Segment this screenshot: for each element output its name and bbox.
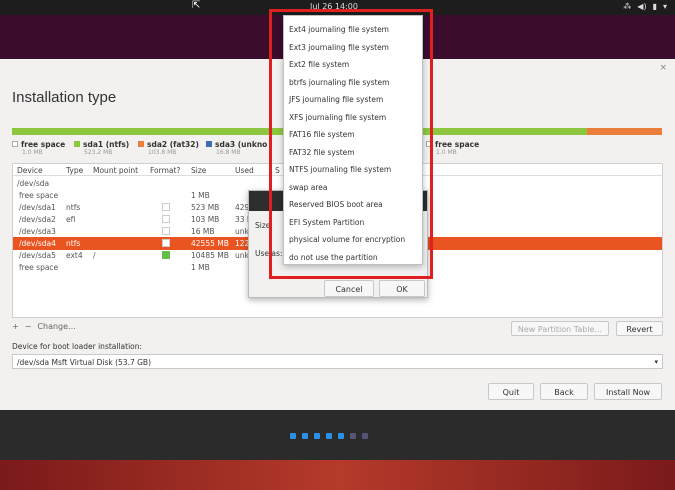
progress-dot [314, 433, 320, 439]
format-checkbox[interactable] [162, 215, 170, 223]
table-cell: 523 MB [191, 203, 220, 212]
table-cell: 16 MB [191, 227, 215, 236]
page-title: Installation type [12, 89, 117, 106]
table-cell: ext4 [66, 251, 83, 260]
column-header[interactable]: Device [17, 166, 43, 175]
table-cell: unk [235, 251, 249, 260]
legend-item: sda2 (fat32) 103.8 MB [138, 140, 199, 156]
ok-button[interactable]: OK [379, 280, 425, 297]
table-cell: ntfs [66, 203, 81, 212]
format-checkbox[interactable] [162, 227, 170, 235]
progress-dot [290, 433, 296, 439]
legend-item: sda3 (unkno 16.8 MB [206, 140, 267, 156]
legend-name: free space [21, 140, 66, 149]
progress-dot [362, 433, 368, 439]
battery-icon[interactable]: ▮ [653, 2, 657, 11]
column-header[interactable]: Format? [150, 166, 180, 175]
format-checkbox[interactable] [162, 203, 170, 211]
table-cell: /dev/sda1 [19, 203, 56, 212]
quit-button[interactable]: Quit [488, 383, 534, 400]
boot-loader-label: Device for boot loader installation: [12, 342, 143, 351]
column-header[interactable]: Size [191, 166, 206, 175]
progress-dot [350, 433, 356, 439]
column-header[interactable]: Mount point [93, 166, 138, 175]
legend-item: sda1 (ntfs) 523.2 MB [74, 140, 129, 156]
table-cell: /dev/sda2 [19, 215, 56, 224]
add-partition-button[interactable]: + [12, 322, 19, 331]
change-partition-button[interactable]: Change... [37, 322, 75, 331]
table-cell: /dev/sda3 [19, 227, 56, 236]
legend-size: 103.8 MB [148, 149, 177, 156]
network-icon[interactable]: ⁂ [623, 2, 631, 11]
table-cell: ntfs [66, 239, 81, 248]
highlight-box [269, 9, 433, 279]
table-cell: unk [235, 227, 249, 236]
close-icon[interactable]: × [659, 63, 667, 73]
table-cell: / [93, 251, 96, 260]
system-tray[interactable]: ⁂ ◀) ▮ ▾ [623, 2, 667, 11]
legend-name: sda2 (fat32) [147, 140, 199, 149]
boot-loader-value: /dev/sda Msft Virtual Disk (53.7 GB) [17, 358, 152, 367]
new-partition-table-button[interactable]: New Partition Table... [511, 321, 609, 336]
revert-button[interactable]: Revert [616, 321, 663, 336]
legend-item: free space 1.0 MB [12, 140, 65, 156]
format-checkbox[interactable] [162, 239, 170, 247]
chevron-down-icon[interactable]: ▾ [663, 2, 667, 11]
legend-size: 1.0 MB [22, 149, 43, 156]
progress-dots [290, 433, 368, 439]
legend-swatch [206, 141, 212, 147]
progress-dot [326, 433, 332, 439]
slideshow-area [0, 410, 675, 490]
progress-dot [338, 433, 344, 439]
chevron-down-icon: ▾ [654, 358, 658, 366]
legend-size: 523.2 MB [84, 149, 113, 156]
progress-dot [302, 433, 308, 439]
column-header[interactable]: Used [235, 166, 254, 175]
install-now-button[interactable]: Install Now [594, 383, 662, 400]
table-cell: 10485 MB [191, 251, 229, 260]
table-cell: /dev/sda5 [19, 251, 56, 260]
cancel-button[interactable]: Cancel [324, 280, 374, 297]
legend-item: free space 1.0 MB [426, 140, 479, 156]
back-button[interactable]: Back [540, 383, 588, 400]
desktop-background [0, 460, 675, 490]
table-cell: free space [19, 263, 59, 272]
format-checkbox[interactable] [162, 251, 170, 259]
table-cell: efi [66, 215, 76, 224]
legend-swatch [12, 141, 18, 147]
table-cell: 1 MB [191, 263, 210, 272]
partition-bar-segment [427, 128, 587, 135]
legend-swatch [138, 141, 144, 147]
table-cell: /dev/sda4 [19, 239, 56, 248]
partition-toolbar: + − Change... [12, 322, 76, 331]
remove-partition-button[interactable]: − [25, 322, 32, 331]
legend-name: sda3 (unkno [215, 140, 268, 149]
table-cell: /dev/sda [17, 179, 50, 188]
boot-loader-select[interactable]: /dev/sda Msft Virtual Disk (53.7 GB) ▾ [12, 354, 663, 369]
legend-name: free space [435, 140, 480, 149]
legend-name: sda1 (ntfs) [83, 140, 130, 149]
column-header[interactable]: Type [66, 166, 83, 175]
legend-size: 16.8 MB [216, 149, 241, 156]
table-cell: 42555 MB [191, 239, 229, 248]
table-cell: free space [19, 191, 59, 200]
legend-size: 1.0 MB [436, 149, 457, 156]
mouse-cursor-icon: ⇱ [192, 0, 201, 11]
table-cell: 1 MB [191, 191, 210, 200]
volume-icon[interactable]: ◀) [637, 2, 646, 11]
partition-bar-segment [587, 128, 662, 135]
legend-swatch [74, 141, 80, 147]
table-cell: 103 MB [191, 215, 220, 224]
